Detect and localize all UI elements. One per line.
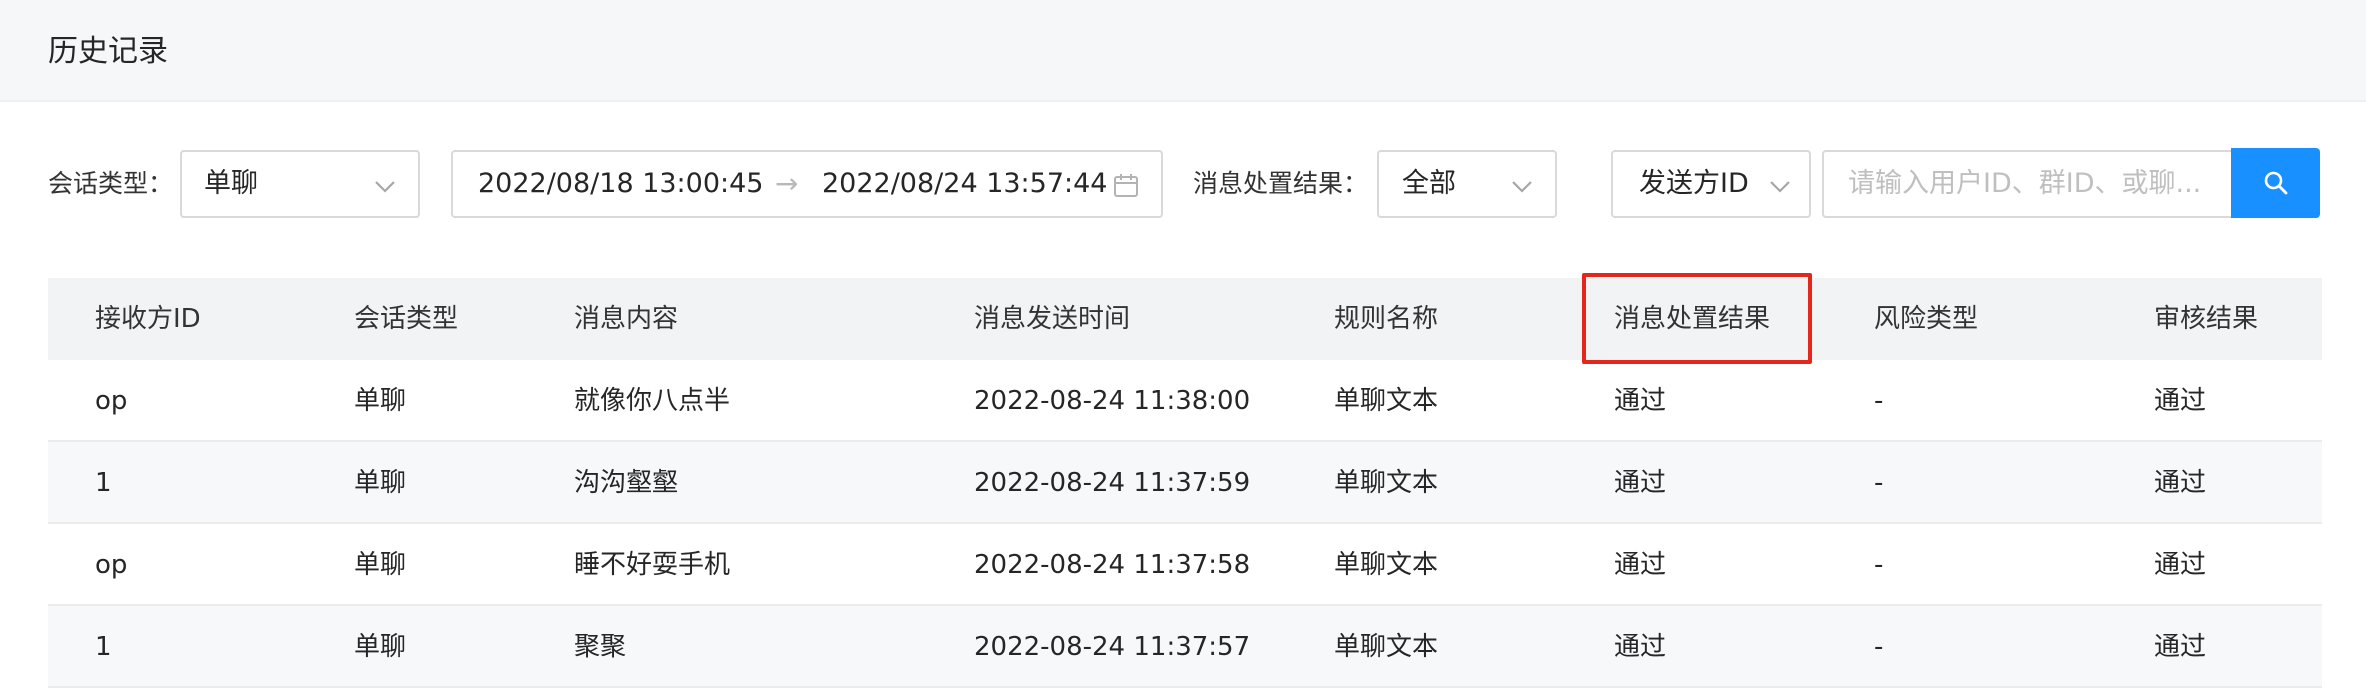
cell-send-time: 2022-08-24 11:37:59 xyxy=(974,468,1251,498)
cell-send-time: 2022-08-24 11:37:58 xyxy=(974,550,1251,580)
table-header: 接收方ID 会话类型 消息内容 消息发送时间 规则名称 消息处置结果 风险类型 … xyxy=(48,278,2322,360)
cell-risk-type: - xyxy=(1874,468,1884,498)
page-title: 历史记录 xyxy=(48,34,168,69)
chevron-down-icon xyxy=(375,181,395,193)
calendar-icon[interactable] xyxy=(1112,172,1140,200)
cell-risk-type: - xyxy=(1874,386,1884,416)
column-header-message-content: 消息内容 xyxy=(574,304,679,334)
date-range-picker[interactable]: 2022/08/18 13:00:45 → 2022/08/24 13:57:4… xyxy=(451,150,1163,218)
table-row[interactable]: 1 单聊 聚聚 2022-08-24 11:37:57 单聊文本 通过 - 通过 xyxy=(48,606,2322,688)
table-row[interactable]: 1 单聊 沟沟壑壑 2022-08-24 11:37:59 单聊文本 通过 - … xyxy=(48,442,2322,524)
column-header-rule-name: 规则名称 xyxy=(1334,304,1439,334)
cell-disposition-result: 通过 xyxy=(1614,632,1667,662)
date-range-arrow: → xyxy=(775,167,799,200)
column-header-review-result: 审核结果 xyxy=(2154,304,2259,334)
cell-message-content: 沟沟壑壑 xyxy=(574,468,679,498)
cell-receiver-id: op xyxy=(95,386,128,416)
table-row[interactable]: op 单聊 就像你八点半 2022-08-24 11:38:00 单聊文本 通过… xyxy=(48,360,2322,442)
date-end: 2022/08/24 13:57:44 xyxy=(822,168,1108,199)
cell-disposition-result: 通过 xyxy=(1614,386,1667,416)
cell-send-time: 2022-08-24 11:38:00 xyxy=(974,386,1251,416)
date-start: 2022/08/18 13:00:45 xyxy=(478,168,764,199)
session-type-value: 单聊 xyxy=(204,168,258,199)
session-type-label: 会话类型： xyxy=(48,169,174,198)
cell-rule-name: 单聊文本 xyxy=(1334,468,1439,498)
cell-review-result: 通过 xyxy=(2154,386,2207,416)
cell-receiver-id: op xyxy=(95,550,128,580)
cell-rule-name: 单聊文本 xyxy=(1334,386,1439,416)
table-row[interactable]: op 单聊 睡不好耍手机 2022-08-24 11:37:58 单聊文本 通过… xyxy=(48,524,2322,606)
cell-rule-name: 单聊文本 xyxy=(1334,632,1439,662)
column-header-receiver-id: 接收方ID xyxy=(95,304,201,334)
result-filter-value: 全部 xyxy=(1402,168,1456,199)
history-table: 接收方ID 会话类型 消息内容 消息发送时间 规则名称 消息处置结果 风险类型 … xyxy=(48,278,2322,688)
cell-session-type: 单聊 xyxy=(354,386,407,416)
search-field-select[interactable]: 发送方ID xyxy=(1611,150,1811,218)
cell-review-result: 通过 xyxy=(2154,550,2207,580)
cell-session-type: 单聊 xyxy=(354,468,407,498)
cell-session-type: 单聊 xyxy=(354,632,407,662)
column-header-session-type: 会话类型 xyxy=(354,304,459,334)
cell-message-content: 聚聚 xyxy=(574,632,627,662)
cell-review-result: 通过 xyxy=(2154,632,2207,662)
search-icon xyxy=(2264,171,2288,195)
cell-receiver-id: 1 xyxy=(95,632,112,662)
column-header-send-time: 消息发送时间 xyxy=(974,304,1131,334)
column-header-disposition-result: 消息处置结果 xyxy=(1614,304,1771,334)
cell-risk-type: - xyxy=(1874,632,1884,662)
search-field-value: 发送方ID xyxy=(1639,168,1749,199)
cell-review-result: 通过 xyxy=(2154,468,2207,498)
cell-disposition-result: 通过 xyxy=(1614,550,1667,580)
search-placeholder: 请输入用户ID、群ID、或聊... xyxy=(1848,168,2202,199)
history-page: 历史记录 会话类型： 单聊 2022/08/18 13:00:45 → 2022… xyxy=(0,0,2366,694)
cell-risk-type: - xyxy=(1874,550,1884,580)
chevron-down-icon xyxy=(1512,181,1532,193)
page-header: 历史记录 xyxy=(0,0,2366,102)
cell-message-content: 就像你八点半 xyxy=(574,386,731,416)
cell-receiver-id: 1 xyxy=(95,468,112,498)
cell-disposition-result: 通过 xyxy=(1614,468,1667,498)
cell-message-content: 睡不好耍手机 xyxy=(574,550,731,580)
cell-send-time: 2022-08-24 11:37:57 xyxy=(974,632,1251,662)
chevron-down-icon xyxy=(1770,181,1790,193)
search-input[interactable]: 请输入用户ID、群ID、或聊... xyxy=(1822,150,2234,218)
column-header-risk-type: 风险类型 xyxy=(1874,304,1979,334)
session-type-select[interactable]: 单聊 xyxy=(180,150,420,218)
search-button[interactable] xyxy=(2231,148,2320,218)
cell-session-type: 单聊 xyxy=(354,550,407,580)
result-filter-select[interactable]: 全部 xyxy=(1377,150,1557,218)
cell-rule-name: 单聊文本 xyxy=(1334,550,1439,580)
result-filter-label: 消息处置结果： xyxy=(1193,169,1369,198)
